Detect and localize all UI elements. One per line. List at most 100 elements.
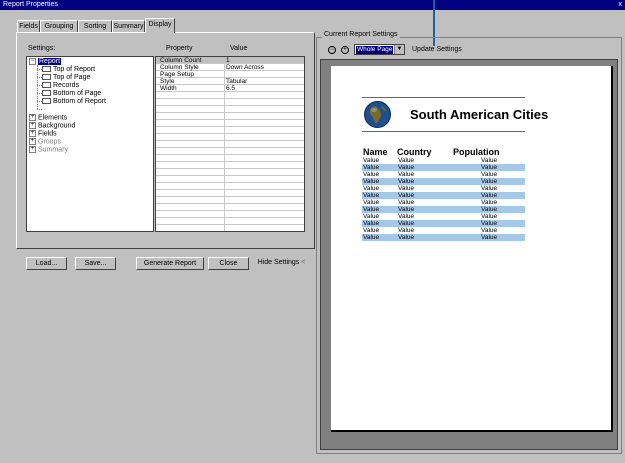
cell: Value xyxy=(363,227,380,234)
current-settings-label: Current Report Settings xyxy=(322,31,400,38)
zoom-out-icon[interactable]: − xyxy=(328,46,336,54)
cell: Value xyxy=(398,220,415,227)
tree-item-records[interactable]: Records xyxy=(42,82,79,90)
property-row[interactable]: Column Count 1 xyxy=(156,57,304,64)
cell: Value xyxy=(398,178,415,185)
expand-icon[interactable]: + xyxy=(29,122,36,129)
close-button[interactable]: Close xyxy=(208,257,249,270)
empty-row xyxy=(156,113,304,120)
cell: Value xyxy=(363,206,380,213)
tab-display[interactable]: Display xyxy=(145,18,175,33)
report-row: Value Value Value xyxy=(362,199,525,206)
property-column-header: Property xyxy=(166,45,193,52)
cell: Value xyxy=(363,213,380,220)
section-icon xyxy=(42,98,51,105)
report-row: Value Value Value xyxy=(362,220,525,227)
cell: Value xyxy=(398,227,415,234)
cell: Value xyxy=(481,227,498,234)
cell: Value xyxy=(481,220,498,227)
report-row: Value Value Value xyxy=(362,185,525,192)
tree-item-bottom-of-page[interactable]: Bottom of Page xyxy=(42,90,101,98)
hide-settings-button[interactable]: Hide Settings < xyxy=(252,257,311,270)
tree-item-top-of-page[interactable]: Top of Page xyxy=(42,74,90,82)
property-row[interactable]: Style Tabular xyxy=(156,78,304,85)
window-title-bar: Report Properties x xyxy=(0,0,625,10)
tab-fields[interactable]: Fields xyxy=(17,20,40,32)
close-button-label: Close xyxy=(219,260,238,267)
update-settings-label: Update Settings xyxy=(412,46,462,53)
cell: Value xyxy=(398,157,415,164)
empty-row xyxy=(156,197,304,204)
property-row[interactable]: Column Style Down Across xyxy=(156,64,304,71)
empty-row xyxy=(156,190,304,197)
zoom-in-icon[interactable]: + xyxy=(341,46,349,54)
property-row[interactable]: Page Setup xyxy=(156,71,304,78)
cell: Value xyxy=(398,185,415,192)
tree-item-label: Summary xyxy=(38,146,68,154)
property-name: Style xyxy=(160,78,175,85)
tab-label: Fields xyxy=(19,23,38,30)
cell: Value xyxy=(481,178,498,185)
property-value[interactable]: Tabular xyxy=(226,78,247,85)
settings-tree[interactable]: − Report Top of Report Top of Page Record… xyxy=(26,56,154,232)
save-button[interactable]: Save... xyxy=(75,257,116,270)
tab-label: Display xyxy=(148,21,172,28)
cell: Value xyxy=(481,234,498,241)
generate-report-button[interactable]: Generate Report xyxy=(136,257,204,270)
empty-row xyxy=(156,92,304,99)
chevron-left-icon: < xyxy=(301,259,306,266)
cell: Value xyxy=(398,192,415,199)
property-grid[interactable]: Column Count 1 Column Style Down Across Pa… xyxy=(155,56,305,232)
tab-label: Grouping xyxy=(44,23,74,30)
tree-item-label: Fields xyxy=(38,130,57,138)
property-value[interactable]: Down Across xyxy=(226,64,264,71)
close-icon[interactable]: x xyxy=(619,0,623,10)
report-row: Value Value Value xyxy=(362,192,525,199)
property-value[interactable]: 6.5 xyxy=(226,85,235,92)
tab-summary[interactable]: Summary xyxy=(112,20,145,32)
chevron-down-icon[interactable]: ▼ xyxy=(394,45,404,54)
cell: Value xyxy=(481,213,498,220)
tree-item-summary[interactable]: + Summary xyxy=(29,146,68,154)
cell: Value xyxy=(363,178,380,185)
globe-icon xyxy=(363,100,392,129)
tree-item-bottom-of-report[interactable]: Bottom of Report xyxy=(42,98,106,106)
section-icon xyxy=(42,66,51,73)
cell: Value xyxy=(363,199,380,206)
empty-row xyxy=(156,204,304,211)
tree-item-label: Groups xyxy=(38,138,61,146)
cell: Value xyxy=(481,192,498,199)
tree-item-label: Bottom of Report xyxy=(53,98,106,105)
report-row: Value Value Value xyxy=(362,164,525,171)
section-icon xyxy=(42,82,51,89)
property-value[interactable]: 1 xyxy=(226,57,230,64)
cell: Value xyxy=(481,199,498,206)
tab-sorting[interactable]: Sorting xyxy=(78,20,112,32)
tree-item-top-of-report[interactable]: Top of Report xyxy=(42,66,95,74)
tab-grouping[interactable]: Grouping xyxy=(40,20,78,32)
section-icon xyxy=(42,90,51,97)
empty-row xyxy=(156,99,304,106)
collapse-icon[interactable]: − xyxy=(29,58,36,65)
cell: Value xyxy=(363,171,380,178)
expand-icon[interactable]: + xyxy=(29,130,36,137)
property-row[interactable]: Width 6.5 xyxy=(156,85,304,92)
zoom-select[interactable]: Whole Page ▼ xyxy=(354,44,405,55)
empty-row xyxy=(156,169,304,176)
load-button[interactable]: Load... xyxy=(26,257,67,270)
report-row: Value Value Value xyxy=(362,157,525,164)
cell: Value xyxy=(363,220,380,227)
cell: Value xyxy=(481,164,498,171)
expand-icon[interactable]: + xyxy=(29,114,36,121)
empty-row xyxy=(156,176,304,183)
column-header-country: Country xyxy=(397,147,432,157)
update-settings-button[interactable]: Update Settings xyxy=(412,46,462,53)
empty-row xyxy=(156,162,304,169)
cell: Value xyxy=(398,206,415,213)
cell: Value xyxy=(363,234,380,241)
expand-icon[interactable]: + xyxy=(29,146,36,153)
cell: Value xyxy=(363,185,380,192)
column-header-name: Name xyxy=(363,147,388,157)
expand-icon[interactable]: + xyxy=(29,138,36,145)
report-row: Value Value Value xyxy=(362,206,525,213)
